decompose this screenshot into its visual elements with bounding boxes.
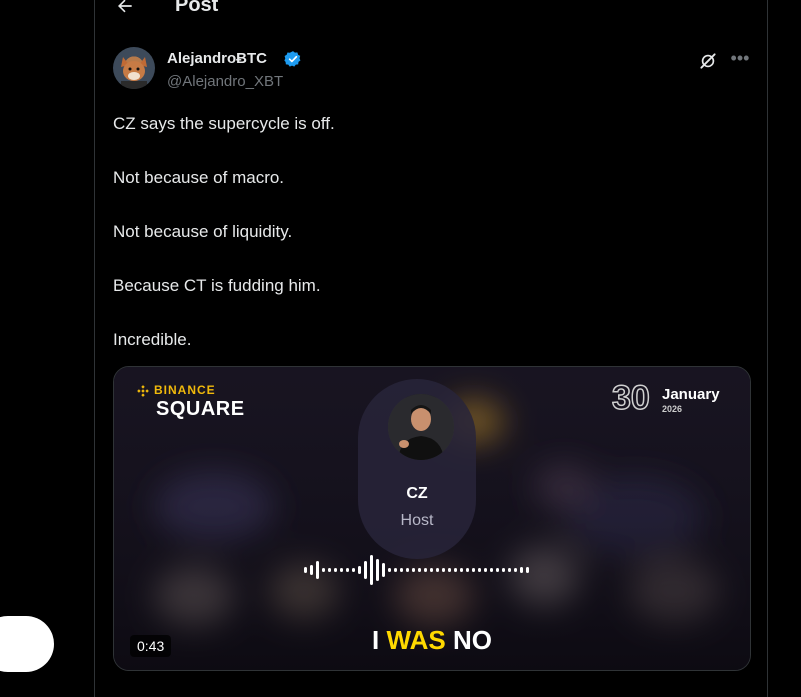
top-bar: Post [95, 0, 767, 26]
arrow-left-icon[interactable] [115, 0, 135, 16]
host-role: Host [400, 512, 434, 529]
tweet-text-line: Not because of macro. [113, 168, 285, 187]
avatar[interactable] [113, 47, 155, 89]
post-column: Post AlejandroɃTC @Alejandro_XBT ••• CZ … [94, 0, 768, 697]
fox-avatar-icon [121, 57, 147, 89]
author-handle[interactable]: @Alejandro_XBT [167, 73, 283, 90]
brand-binance-text: BINANCE [154, 383, 216, 397]
tweet-text-line: Not because of liquidity. [113, 222, 293, 241]
video-caption: I WAS NO [114, 625, 750, 656]
host-card: CZ Host [358, 379, 476, 559]
page-title: Post [175, 0, 219, 16]
author-name[interactable]: AlejandroɃTC [167, 50, 267, 67]
video-player[interactable]: BINANCE SQUARE 30 January 2026 CZ Host 0… [113, 366, 751, 671]
tweet-text-line: Incredible. [113, 330, 192, 349]
binance-logo-icon [137, 385, 149, 397]
host-photo [388, 394, 454, 460]
tweet-text-line: Because CT is fudding him. [113, 276, 321, 295]
date-year: 2026 [662, 404, 683, 414]
verified-badge-icon [284, 51, 301, 67]
date-day: 30 [611, 378, 650, 418]
caption-word: I [372, 625, 380, 655]
caption-highlight-word: WAS [386, 625, 446, 655]
date-month: January [662, 386, 720, 403]
grok-icon[interactable] [698, 51, 718, 71]
more-icon[interactable]: ••• [729, 49, 751, 69]
audio-waveform [304, 555, 529, 585]
host-name: CZ [406, 485, 428, 502]
tweet-text-line: CZ says the supercycle is off. [113, 114, 335, 133]
host-photo-icon [388, 394, 454, 460]
brand-square-text: SQUARE [156, 398, 245, 420]
caption-word: NO [452, 625, 492, 655]
floating-button[interactable] [0, 616, 54, 672]
